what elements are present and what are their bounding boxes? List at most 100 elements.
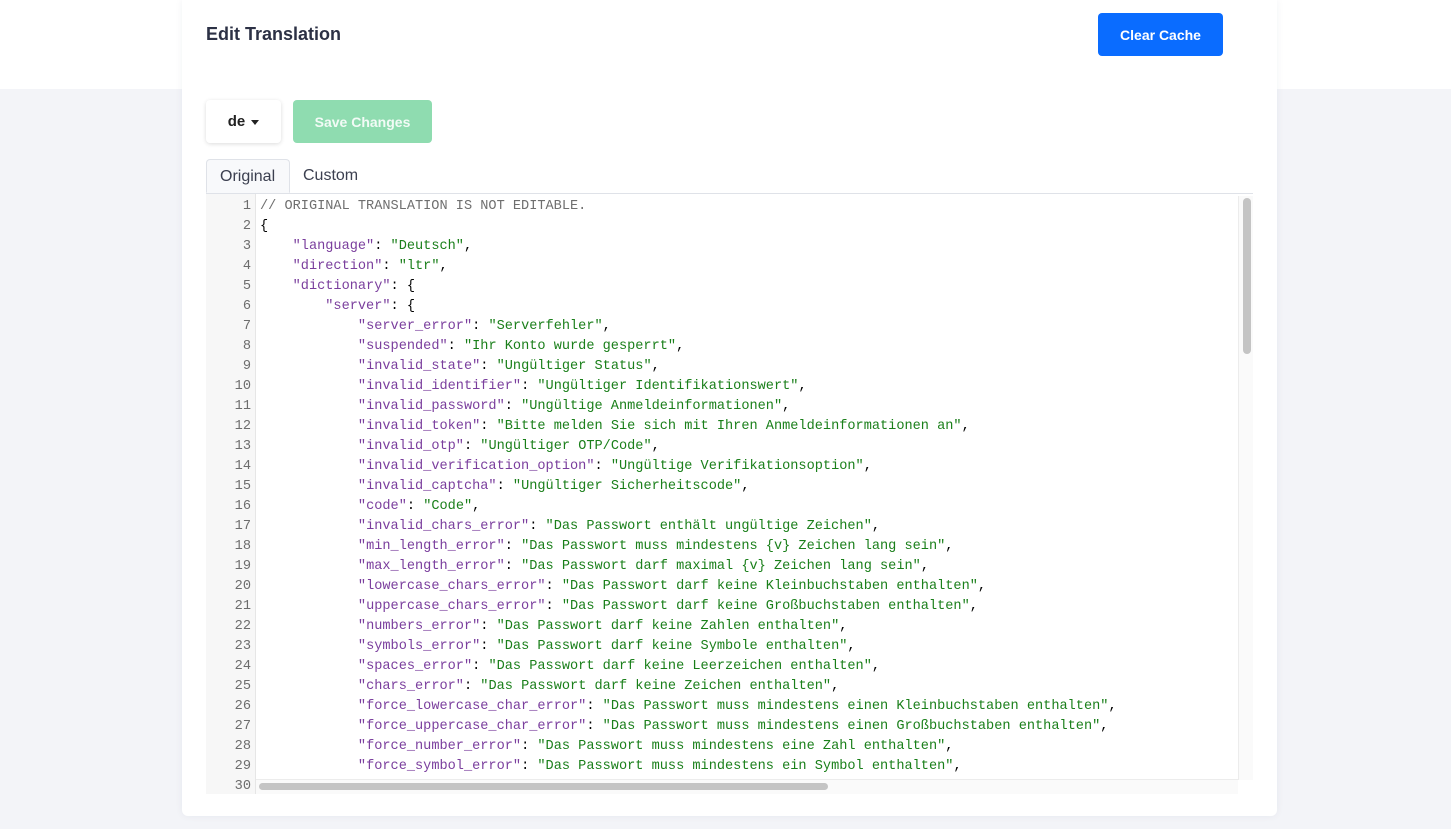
line-text: "force_symbol_error": "Das Passwort muss…: [260, 757, 962, 777]
code-line: 7 "server_error": "Serverfehler",: [206, 317, 1238, 337]
code-token: "invalid_token": [357, 419, 481, 434]
line-number: 18: [234, 539, 251, 554]
code-line: 14 "invalid_verification_option": "Ungül…: [206, 457, 1238, 477]
code-token: "Bitte melden Sie sich mit Ihren Anmelde…: [496, 419, 962, 434]
code-token: ,: [871, 659, 881, 674]
code-line: 3 "language": "Deutsch",: [206, 237, 1238, 257]
line-number: 27: [234, 719, 251, 734]
code-line: 23 "symbols_error": "Das Passwort darf k…: [206, 637, 1238, 657]
code-token: "code": [357, 499, 407, 514]
code-token: "server": [325, 299, 391, 314]
line-number: 17: [234, 519, 251, 534]
code-token: "Das Passwort muss mindestens ein Symbol…: [537, 759, 954, 774]
line-text: "min_length_error": "Das Passwort muss m…: [260, 537, 954, 557]
code-token: "Das Passwort darf keine Symbole enthalt…: [496, 639, 848, 654]
code-token: :: [463, 439, 481, 454]
code-token: "direction": [292, 259, 383, 274]
line-text: "uppercase_chars_error": "Das Passwort d…: [260, 597, 978, 617]
code-token: "uppercase_chars_error": [357, 599, 546, 614]
line-number: 21: [234, 599, 251, 614]
line-text: // ORIGINAL TRANSLATION IS NOT EDITABLE.: [260, 197, 586, 217]
code-token: "force_uppercase_char_error": [357, 719, 587, 734]
code-line: 22 "numbers_error": "Das Passwort darf k…: [206, 617, 1238, 637]
page-title: Edit Translation: [206, 24, 342, 44]
code-line: 27 "force_uppercase_char_error": "Das Pa…: [206, 717, 1238, 737]
line-text: "force_uppercase_char_error": "Das Passw…: [260, 717, 1109, 737]
line-text: {: [260, 217, 268, 237]
tab-custom[interactable]: Custom: [290, 159, 371, 192]
line-text: "max_length_error": "Das Passwort darf m…: [260, 557, 929, 577]
code-line: 17 "invalid_chars_error": "Das Passwort …: [206, 517, 1238, 537]
code-token: "force_number_error": [357, 739, 522, 754]
code-token: "Ihr Konto wurde gesperrt": [463, 339, 677, 354]
code-line: 1 // ORIGINAL TRANSLATION IS NOT EDITABLE…: [206, 197, 1238, 217]
code-token: "Das Passwort darf maximal {v} Zeichen l…: [521, 559, 921, 574]
code-token: ,: [831, 679, 840, 694]
code-token: ,: [439, 259, 448, 274]
code-token: ,: [847, 639, 856, 654]
vertical-scrollbar[interactable]: [1238, 196, 1253, 780]
code-token: ,: [871, 519, 881, 534]
code-token: :: [586, 719, 603, 734]
code-token: "lowercase_chars_error": [357, 579, 546, 594]
line-number: 3: [242, 239, 251, 254]
code-token: :: [472, 319, 489, 334]
save-changes-button[interactable]: Save Changes: [293, 100, 432, 143]
tab-original[interactable]: Original: [206, 159, 290, 193]
line-text: "spaces_error": "Das Passwort darf keine…: [260, 657, 880, 677]
code-token: ,: [1100, 719, 1109, 734]
line-number: 30: [234, 779, 251, 794]
code-token: :: [480, 419, 497, 434]
code-token: ,: [945, 539, 954, 554]
line-number: 13: [234, 439, 251, 454]
code-token: "Das Passwort muss mindestens {v} Zeiche…: [521, 539, 946, 554]
line-text: "invalid_token": "Bitte melden Sie sich …: [260, 417, 970, 437]
line-text: "server_error": "Serverfehler",: [260, 317, 611, 337]
code-token: "Das Passwort muss mindestens einen Groß…: [602, 719, 1101, 734]
code-token: "invalid_password": [357, 399, 505, 414]
code-token: "invalid_otp": [357, 439, 464, 454]
line-text: "invalid_password": "Ungültige Anmeldein…: [260, 397, 790, 417]
line-number: 23: [234, 639, 251, 654]
vertical-scrollbar-thumb[interactable]: [1243, 198, 1251, 354]
line-number: 2: [242, 219, 251, 234]
line-number: 16: [234, 499, 251, 514]
code-token: "Ungültiger OTP/Code": [480, 439, 652, 454]
code-line: 15 "invalid_captcha": "Ungültiger Sicher…: [206, 477, 1238, 497]
code-token: :: [472, 659, 489, 674]
code-token: "language": [292, 239, 375, 254]
line-number: 10: [234, 379, 251, 394]
code-token: : {: [390, 299, 416, 314]
line-text: "force_number_error": "Das Passwort muss…: [260, 737, 954, 757]
horizontal-scrollbar-thumb[interactable]: [259, 783, 828, 790]
line-text: "symbols_error": "Das Passwort darf kein…: [260, 637, 856, 657]
code-token: :: [447, 339, 464, 354]
code-token: :: [521, 379, 538, 394]
line-number: 8: [242, 339, 251, 354]
code-token: ,: [651, 439, 660, 454]
code-line: 19 "max_length_error": "Das Passwort dar…: [206, 557, 1238, 577]
code-token: "server_error": [357, 319, 473, 334]
code-line: 29 "force_symbol_error": "Das Passwort m…: [206, 757, 1238, 777]
code-token: "Ungültige Anmeldeinformationen": [521, 399, 783, 414]
code-token: :: [504, 539, 522, 554]
code-line: 25 "chars_error": "Das Passwort darf kei…: [206, 677, 1238, 697]
line-number: 1: [242, 199, 251, 214]
clear-cache-button[interactable]: Clear Cache: [1098, 13, 1223, 56]
line-number: 29: [234, 759, 251, 774]
code-token: "Serverfehler": [488, 319, 603, 334]
code-token: "Deutsch": [390, 239, 464, 254]
code-line: 5 "dictionary": {: [206, 277, 1238, 297]
code-editor[interactable]: 1 // ORIGINAL TRANSLATION IS NOT EDITABLE…: [206, 193, 1253, 794]
line-number: 25: [234, 679, 251, 694]
horizontal-scrollbar[interactable]: [256, 779, 1238, 794]
language-dropdown[interactable]: de: [206, 100, 281, 143]
